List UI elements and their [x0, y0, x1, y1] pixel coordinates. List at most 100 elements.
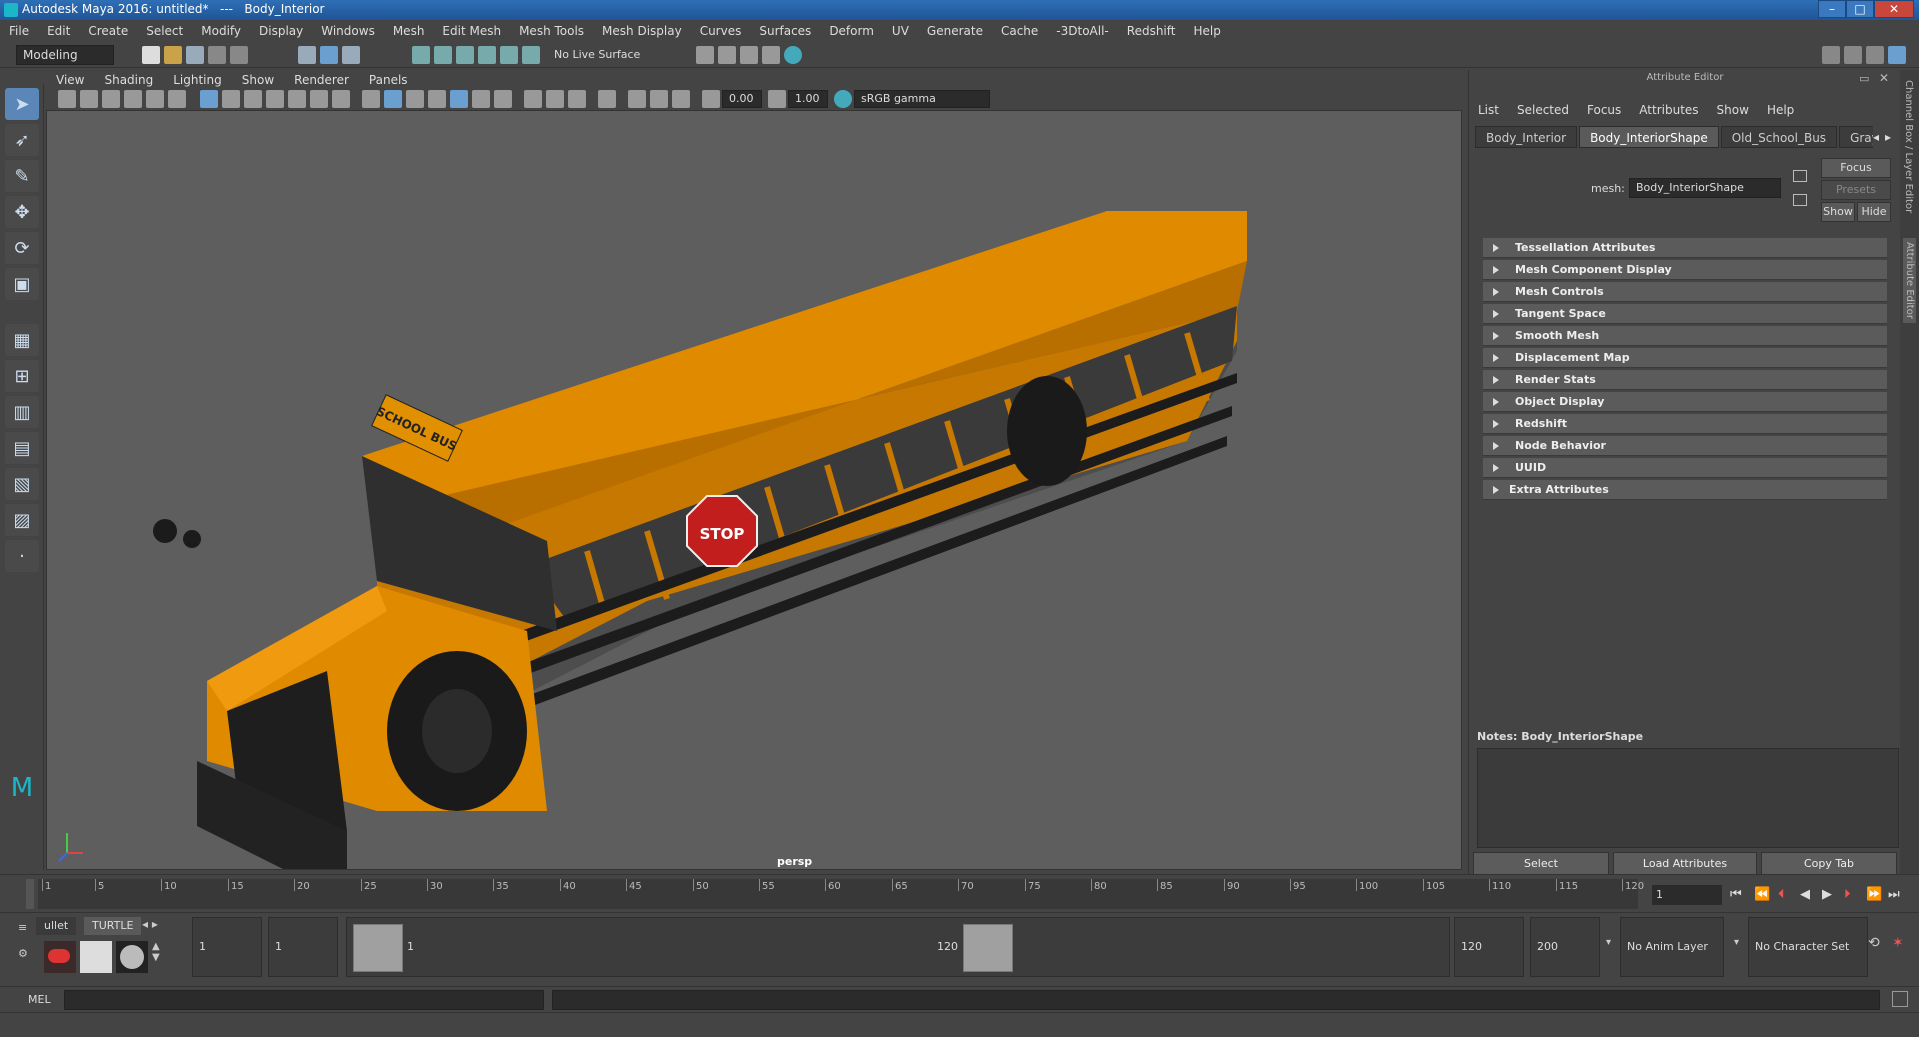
tab-old-school-bus[interactable]: Old_School_Bus — [1720, 126, 1838, 148]
current-frame-field[interactable]: 1 — [1652, 885, 1722, 905]
move-tool-icon[interactable]: ✥ — [5, 196, 39, 228]
snap-surface-icon[interactable] — [500, 46, 518, 64]
modeling-toolkit-icon[interactable] — [1822, 46, 1840, 64]
viewport-persp[interactable]: STOP SCHOOL BUS persp — [46, 110, 1462, 870]
graph-layout-icon[interactable]: ▧ — [5, 468, 39, 500]
vp-menu-view[interactable]: View — [56, 73, 84, 87]
menu-mesh-tools[interactable]: Mesh Tools — [519, 24, 584, 38]
vp-menu-panels[interactable]: Panels — [369, 73, 408, 87]
menuset-dropdown[interactable]: Modeling — [16, 45, 114, 65]
menu-windows[interactable]: Windows — [321, 24, 375, 38]
close-button[interactable]: ✕ — [1874, 0, 1914, 18]
camera-select-icon[interactable] — [58, 90, 76, 108]
section-object-display[interactable]: Object Display — [1483, 392, 1887, 412]
gamma-icon[interactable] — [768, 90, 786, 108]
resolution-gate-icon[interactable] — [244, 90, 262, 108]
menu-create[interactable]: Create — [88, 24, 128, 38]
hypershade-layout-icon[interactable]: ▨ — [5, 504, 39, 536]
view-transform-dropdown[interactable]: sRGB gamma — [854, 90, 990, 108]
show-button[interactable]: Show — [1821, 202, 1855, 222]
grease-pencil-icon[interactable] — [168, 90, 186, 108]
step-back-frame-icon[interactable]: ⏴ — [1778, 887, 1785, 902]
hypershade-icon[interactable] — [784, 46, 802, 64]
float-panel-icon[interactable]: ▭ — [1859, 72, 1869, 85]
menu-display[interactable]: Display — [259, 24, 303, 38]
color-management-icon[interactable] — [834, 90, 852, 108]
select-hierarchy-icon[interactable] — [298, 46, 316, 64]
section-displacement-map[interactable]: Displacement Map — [1483, 348, 1887, 368]
ae-menu-show[interactable]: Show — [1717, 103, 1749, 117]
menu-surfaces[interactable]: Surfaces — [759, 24, 811, 38]
scale-tool-icon[interactable]: ▣ — [5, 268, 39, 300]
ae-menu-selected[interactable]: Selected — [1517, 103, 1569, 117]
close-panel-icon[interactable]: ✕ — [1879, 71, 1889, 85]
wireframe-on-shaded-icon[interactable] — [428, 90, 446, 108]
xray-joints-icon[interactable] — [650, 90, 668, 108]
ipr-render-icon[interactable] — [740, 46, 758, 64]
shelf-scroll-icon[interactable]: ◂ ▸ — [142, 917, 158, 931]
copy-tab-button[interactable]: Copy Tab — [1761, 852, 1897, 876]
menu-redshift[interactable]: Redshift — [1127, 24, 1176, 38]
end-time-field[interactable]: 200 — [1530, 917, 1600, 977]
vp-menu-show[interactable]: Show — [242, 73, 274, 87]
field-chart-icon[interactable] — [288, 90, 306, 108]
anti-aliasing-icon[interactable] — [568, 90, 586, 108]
play-forward-icon[interactable]: ▶ — [1822, 887, 1832, 902]
menu-modify[interactable]: Modify — [201, 24, 241, 38]
ae-menu-list[interactable]: List — [1478, 103, 1499, 117]
exposure-field[interactable]: 0.00 — [722, 90, 762, 108]
select-object-icon[interactable] — [320, 46, 338, 64]
smooth-shade-icon[interactable] — [384, 90, 402, 108]
time-slider-track[interactable]: 1 5 10 15 20 25 30 35 40 45 50 55 60 65 70 75 80 85 90 95 10… — [38, 879, 1644, 909]
step-back-key-icon[interactable]: ⏪ — [1754, 887, 1770, 902]
tab-graypaint[interactable]: Graypaint — [1839, 126, 1873, 148]
shelf-tab-turtle[interactable]: TURTLE — [84, 917, 142, 935]
section-tessellation-attributes[interactable]: Tessellation Attributes — [1483, 238, 1887, 258]
attribute-editor-tab[interactable]: Attribute Editor — [1903, 238, 1916, 323]
mesh-name-field[interactable]: Body_InteriorShape — [1629, 178, 1781, 198]
playback-end-field[interactable]: 120 — [1454, 917, 1524, 977]
section-smooth-mesh[interactable]: Smooth Mesh — [1483, 326, 1887, 346]
go-to-end-icon[interactable]: ⏭ — [1888, 887, 1900, 902]
single-view-icon[interactable]: ▦ — [5, 324, 39, 356]
tab-body-interior-shape[interactable]: Body_InteriorShape — [1579, 126, 1719, 148]
tab-scroll-left-icon[interactable]: ◂ — [1873, 130, 1879, 144]
select-button[interactable]: Select — [1473, 852, 1609, 876]
vp-menu-lighting[interactable]: Lighting — [173, 73, 222, 87]
maximize-button[interactable]: □ — [1846, 0, 1874, 18]
menu-file[interactable]: File — [9, 24, 29, 38]
bookmark-icon[interactable] — [102, 90, 120, 108]
range-end-handle[interactable] — [963, 924, 1013, 972]
gate-mask-icon[interactable] — [266, 90, 284, 108]
xray-icon[interactable] — [628, 90, 646, 108]
focus-input-icon[interactable] — [1793, 170, 1807, 182]
lasso-tool-icon[interactable]: ➶ — [5, 124, 39, 156]
grid-icon[interactable] — [200, 90, 218, 108]
section-mesh-controls[interactable]: Mesh Controls — [1483, 282, 1887, 302]
go-to-start-icon[interactable]: ⏮ — [1730, 887, 1742, 902]
menu-deform[interactable]: Deform — [829, 24, 874, 38]
start-time-field[interactable]: 1 — [192, 917, 262, 977]
playback-start-field[interactable]: 1 — [268, 917, 338, 977]
current-time-indicator[interactable] — [26, 879, 34, 909]
focus-button[interactable]: Focus — [1821, 158, 1891, 178]
rotate-tool-icon[interactable]: ⟳ — [5, 232, 39, 264]
range-start-handle[interactable] — [353, 924, 403, 972]
script-editor-icon[interactable] — [1892, 991, 1908, 1007]
menu-select[interactable]: Select — [146, 24, 183, 38]
section-mesh-component-display[interactable]: Mesh Component Display — [1483, 260, 1887, 280]
outliner-layout-icon[interactable]: ▤ — [5, 432, 39, 464]
anim-layer-dropdown-icon[interactable]: ▾ — [1606, 937, 1611, 948]
vp-menu-shading[interactable]: Shading — [104, 73, 153, 87]
character-set-field[interactable]: No Character Set — [1748, 917, 1868, 977]
menu-edit[interactable]: Edit — [47, 24, 70, 38]
menu-generate[interactable]: Generate — [927, 24, 983, 38]
char-set-dropdown-icon[interactable]: ▾ — [1734, 937, 1739, 948]
step-forward-frame-icon[interactable]: ⏵ — [1844, 887, 1851, 902]
section-tangent-space[interactable]: Tangent Space — [1483, 304, 1887, 324]
focus-output-icon[interactable] — [1793, 194, 1807, 206]
presets-button[interactable]: Presets — [1821, 180, 1891, 200]
menu-mesh-display[interactable]: Mesh Display — [602, 24, 682, 38]
minimize-button[interactable]: – — [1818, 0, 1846, 18]
ae-menu-help[interactable]: Help — [1767, 103, 1794, 117]
